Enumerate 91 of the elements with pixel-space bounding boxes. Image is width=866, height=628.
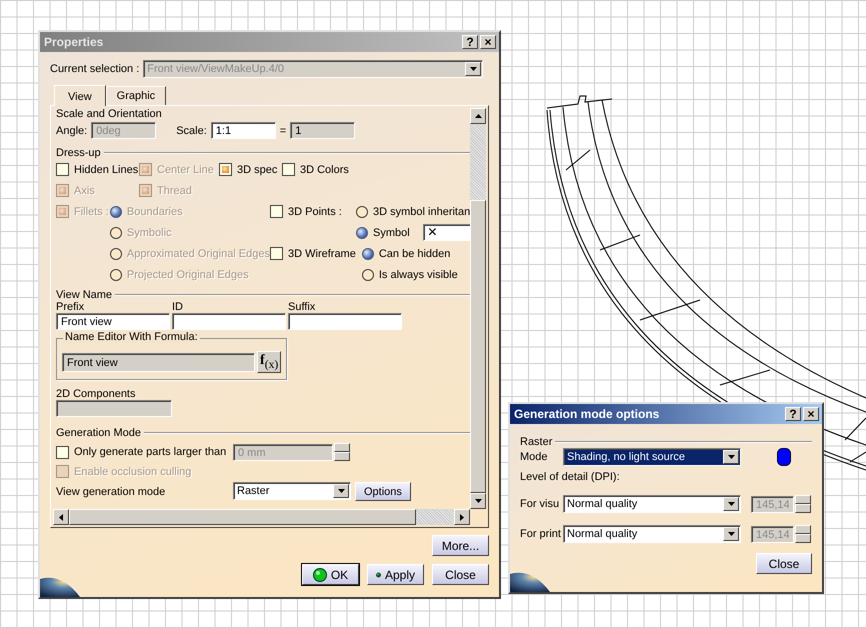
sphere-icon — [312, 568, 327, 582]
spinner-icon[interactable] — [795, 525, 811, 543]
formula-field: Front view — [62, 352, 256, 372]
formula-button[interactable]: f$_{(x)}$ — [257, 351, 281, 373]
checkbox[interactable] — [270, 247, 283, 260]
section-title: View Name — [56, 289, 112, 301]
up-arrow-icon — [474, 114, 482, 118]
field-label: Suffix — [288, 301, 316, 313]
checkbox[interactable] — [56, 163, 69, 176]
mode-dropdown[interactable]: Raster — [233, 482, 351, 500]
tab[interactable]: View — [54, 85, 106, 106]
radio-label: Is always visible — [378, 268, 458, 280]
scale-field[interactable]: 1:1 — [210, 122, 276, 139]
name-field[interactable] — [172, 313, 286, 330]
quality-dropdown[interactable]: Normal quality — [563, 525, 741, 543]
mode-dropdown[interactable]: Shading, no light source — [563, 448, 741, 466]
section-title: Raster — [520, 436, 552, 448]
quality-dropdown[interactable]: Normal quality — [563, 495, 741, 513]
options-button[interactable]: Options — [355, 482, 411, 501]
field-label: Mode — [520, 451, 549, 463]
checkbox-label: Only generate parts larger than — [74, 446, 226, 458]
close-button[interactable]: × — [803, 407, 819, 421]
section-title: Generation Mode — [56, 427, 141, 439]
spinner-icon[interactable] — [334, 443, 350, 461]
window-title: Properties — [44, 35, 104, 49]
checkbox-label: 3D spec — [237, 164, 278, 176]
dialog-button[interactable]: Close — [432, 564, 489, 585]
checkbox[interactable] — [282, 163, 295, 176]
components-field[interactable] — [56, 400, 172, 417]
scale-result-field: 1 — [290, 122, 356, 139]
scale-label: Scale: — [176, 124, 207, 136]
checkbox-label: Axis — [74, 184, 95, 196]
checkbox-label: 3D Wireframe — [288, 248, 356, 260]
field-label: For print — [520, 528, 562, 540]
name-field[interactable]: Front view — [56, 313, 170, 330]
dialog-button[interactable]: OK — [302, 564, 359, 585]
close-button[interactable]: Close — [756, 553, 812, 574]
down-arrow-icon — [728, 455, 734, 459]
symbol-field[interactable]: × — [422, 224, 470, 241]
radio-button[interactable] — [356, 206, 368, 218]
down-arrow-icon — [338, 489, 344, 493]
name-field[interactable] — [288, 313, 402, 330]
horizontal-scrollbar[interactable] — [53, 509, 470, 525]
equals-sign: = — [280, 124, 286, 136]
field-label: View generation mode — [56, 486, 166, 498]
field-label: For visu — [520, 498, 560, 510]
right-arrow-icon — [460, 514, 464, 520]
checkbox[interactable] — [219, 163, 232, 176]
field-label: ID — [172, 301, 184, 313]
tab[interactable]: Graphic — [106, 86, 166, 105]
field-label: Prefix — [56, 301, 86, 313]
radio-label: Boundaries — [126, 206, 183, 218]
down-arrow-icon — [474, 499, 482, 503]
selection-label: Current selection : — [50, 63, 140, 75]
radio-button[interactable] — [356, 226, 368, 238]
left-arrow-icon — [59, 514, 63, 520]
help-button[interactable]: ? — [785, 407, 801, 421]
checkbox-label: Fillets : — [74, 206, 109, 218]
down-arrow-icon — [728, 532, 734, 536]
radio-label: Can be hidden — [378, 248, 450, 260]
angle-label: Angle: — [56, 124, 88, 136]
dialog-button[interactable]: Apply — [367, 564, 424, 585]
group-title: Name Editor With Formula: — [63, 331, 200, 343]
checkbox-label: Thread — [157, 184, 192, 196]
down-arrow-icon — [470, 67, 477, 71]
radio-label: Symbol — [373, 226, 410, 238]
checkbox[interactable] — [270, 205, 283, 218]
checkbox-label: Enable occlusion culling — [74, 466, 192, 478]
radio-label: Projected Original Edges — [126, 268, 249, 280]
checkbox-label: Center Line — [157, 164, 214, 176]
field-label: 2D Components — [56, 388, 136, 400]
cylinder-icon — [777, 448, 791, 466]
spinner-icon[interactable] — [795, 495, 811, 513]
down-arrow-icon — [728, 502, 734, 506]
checkbox-label: 3D Colors — [300, 164, 349, 176]
close-button[interactable]: × — [480, 35, 496, 49]
checkbox-label: Hidden Lines — [74, 164, 138, 176]
section-title: Scale and Orientation — [56, 108, 162, 120]
vertical-scrollbar[interactable] — [470, 108, 486, 509]
checkbox[interactable] — [56, 446, 69, 458]
radio-label: Symbolic — [126, 226, 172, 238]
window-title: Generation mode options — [514, 407, 660, 421]
help-button[interactable]: ? — [462, 35, 478, 49]
checkbox-label: 3D Points : — [288, 206, 342, 218]
detail-label: Level of detail (DPI): — [520, 471, 621, 483]
section-title: Dress-up — [56, 147, 101, 159]
radio-button[interactable] — [362, 248, 374, 260]
radio-button[interactable] — [362, 268, 374, 280]
more-button[interactable]: More... — [432, 535, 489, 556]
radio-label: 3D symbol inheritan — [373, 206, 470, 218]
radio-label: Approximated Original Edges — [126, 248, 270, 260]
